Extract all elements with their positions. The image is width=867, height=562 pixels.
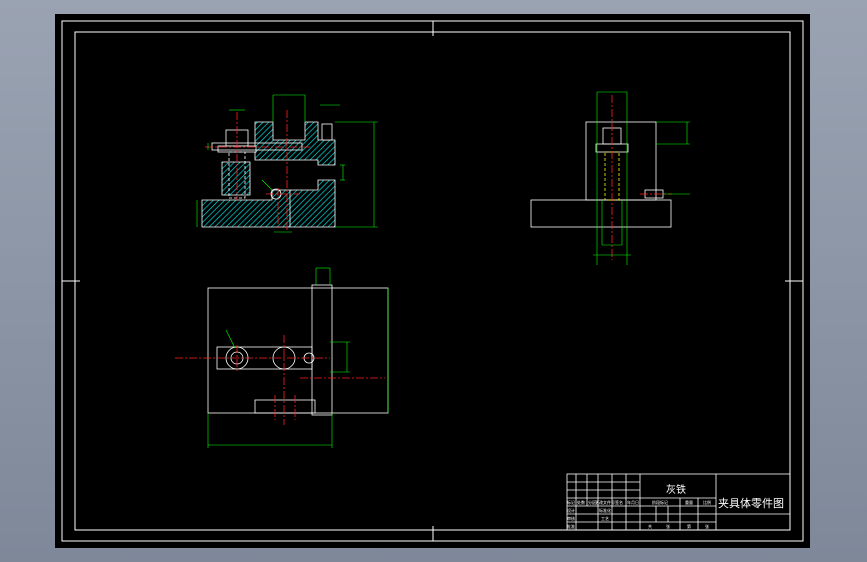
cad-drawing-viewport: 灰铁 夹具体零件图 标记 处数 分区 更改文件号 签名 年月日 阶段标记 重量 … — [55, 14, 810, 548]
sheet-label: 张 — [705, 523, 709, 529]
title-row-label: 更改文件号 — [595, 499, 615, 505]
bottom-label: 批准 — [567, 523, 575, 529]
drawing-title: 夹具体零件图 — [718, 496, 784, 510]
stage-label: 阶段标记 — [652, 499, 668, 505]
bottom-label: 标准化 — [599, 507, 611, 513]
material-label: 灰铁 — [666, 483, 686, 496]
title-row-label: 年月日 — [627, 499, 639, 505]
sheet-label: 张 — [666, 523, 670, 529]
stage-label: 重量 — [685, 499, 693, 505]
title-row-label: 签名 — [615, 499, 623, 505]
drawing-area — [55, 14, 810, 548]
sheet-label: 共 — [648, 523, 652, 529]
bottom-label: 工艺 — [601, 516, 609, 521]
sheet-label: 第 — [687, 523, 691, 529]
title-row-label: 处数 — [577, 499, 585, 505]
pin — [321, 123, 333, 141]
bottom-label: 审核 — [567, 515, 575, 521]
stage-label: 比例 — [703, 499, 711, 505]
bottom-label: 设计 — [567, 507, 575, 513]
title-row-label: 标记 — [567, 499, 575, 505]
